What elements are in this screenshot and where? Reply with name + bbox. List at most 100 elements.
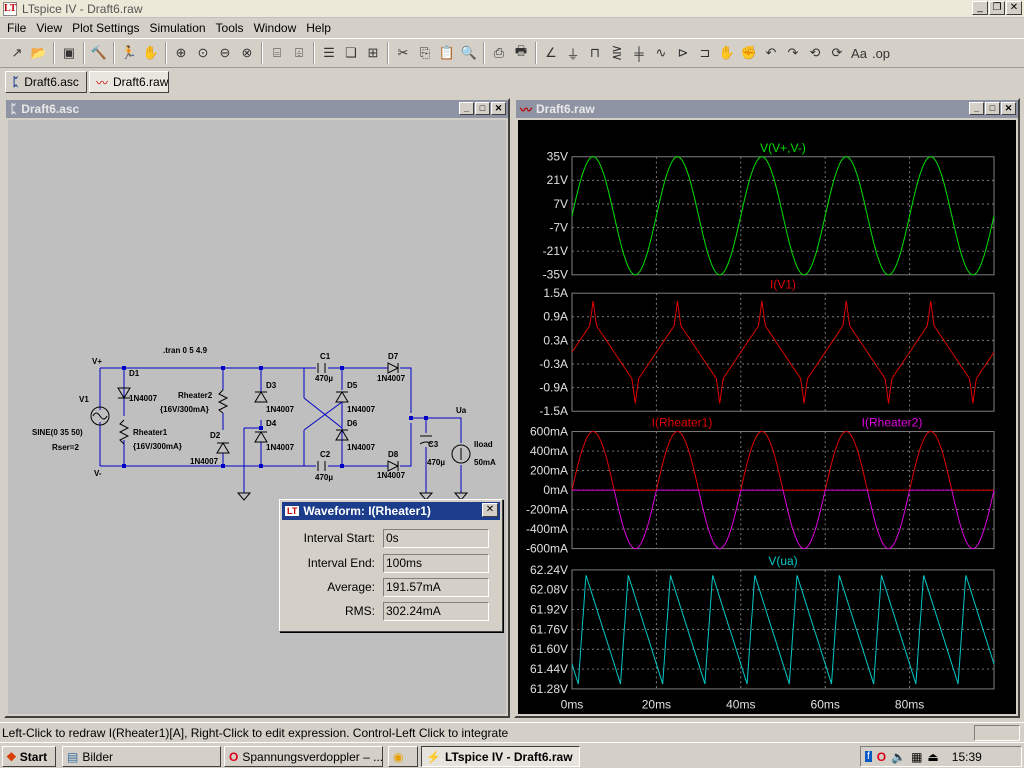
paste-icon[interactable]: 📋 — [436, 42, 458, 64]
tab-draft6-asc[interactable]: ᛈ Draft6.asc — [5, 71, 87, 93]
menu-bar: File View Plot Settings Simulation Tools… — [0, 18, 1024, 38]
plot-minimize-button[interactable]: _ — [969, 102, 984, 115]
tile-vertical-icon[interactable]: ⊞ — [362, 42, 384, 64]
status-panel — [974, 725, 1020, 741]
copy-icon[interactable]: ⎘ — [414, 42, 436, 64]
minimize-button[interactable]: _ — [972, 1, 988, 15]
control-panel-icon[interactable]: 🔨 — [88, 42, 110, 64]
autorange-icon[interactable]: ⌸ — [266, 42, 288, 64]
trace-label[interactable]: I(V1) — [770, 278, 796, 292]
opera-tray-icon[interactable]: O — [877, 750, 886, 764]
find-icon[interactable]: 🔍 — [458, 42, 480, 64]
label-iload: Iload — [474, 440, 493, 449]
label-net-icon[interactable]: ⊓ — [584, 42, 606, 64]
start-button[interactable]: ❖ Start — [2, 746, 56, 767]
mirror-icon[interactable]: ⟳ — [826, 42, 848, 64]
plot-pane-0[interactable]: 35V 21V 7V -7V -21V -35V V(V+,V-) — [543, 141, 995, 282]
label-ua: Ua — [456, 406, 467, 415]
trace-label[interactable]: I(Rheater2) — [862, 416, 923, 430]
menu-file[interactable]: File — [2, 21, 31, 35]
schematic-close-button[interactable]: ✕ — [491, 102, 506, 115]
restore-button[interactable]: ❐ — [989, 1, 1005, 15]
open-icon[interactable]: 📂 — [28, 42, 50, 64]
flash-icon[interactable]: f — [865, 751, 872, 762]
menu-view[interactable]: View — [31, 21, 67, 35]
average-field[interactable]: 191.57mA — [383, 577, 489, 597]
toolbar-separator — [535, 42, 537, 64]
y-tick-label: 0mA — [543, 483, 568, 497]
ground-icon[interactable]: ⏚ — [562, 42, 584, 64]
plot-pane-1[interactable]: 1.5A 0.9A 0.3A -0.3A -0.9A -1.5A I(V1) — [539, 278, 995, 419]
trace-I(Rheater1)[interactable] — [571, 431, 994, 491]
clock[interactable]: 15:39 — [952, 750, 982, 764]
print-icon[interactable]: 🖶 — [510, 42, 532, 64]
diode-icon[interactable]: ⊳ — [672, 42, 694, 64]
dialog-close-button[interactable]: ✕ — [482, 503, 498, 517]
system-tray: f O 🔈 ▦ ⏏ 15:39 — [860, 746, 1022, 767]
move-icon[interactable]: ✋ — [716, 42, 738, 64]
menu-tools[interactable]: Tools — [211, 21, 249, 35]
trace-I(Rheater2)[interactable] — [572, 489, 995, 550]
schematic-maximize-button[interactable]: □ — [475, 102, 490, 115]
taskbar-item-opera[interactable]: O Spannungsverdoppler – ... — [224, 746, 383, 767]
trace-V(V+,V-)[interactable] — [571, 156, 995, 276]
volume-icon[interactable]: 🔈 — [891, 750, 906, 764]
spice-directive-icon[interactable]: .op — [870, 42, 892, 64]
zoom-pan-icon[interactable]: ⊙ — [192, 42, 214, 64]
cascade-icon[interactable]: ❏ — [340, 42, 362, 64]
taskbar-item-label: LTspice IV - Draft6.raw — [444, 749, 573, 764]
label-d7: D7 — [388, 352, 399, 361]
taskbar: ❖ Start ▤ Bilder O Spannungsverdoppler –… — [0, 742, 1024, 768]
menu-simulation[interactable]: Simulation — [145, 21, 211, 35]
text-icon[interactable]: Aa — [848, 42, 870, 64]
capacitor-icon[interactable]: ╪ — [628, 42, 650, 64]
plot-window-title: Draft6.raw — [536, 102, 595, 116]
interval-start-field[interactable]: 0s — [383, 528, 489, 548]
taskbar-item-chrome[interactable]: ◉ — [388, 746, 418, 767]
d4-diode-icon — [254, 431, 268, 443]
waveform-plot[interactable]: 35V 21V 7V -7V -21V -35V V(V+,V-) 1.5A 0.9A 0.3A -… — [518, 120, 1016, 716]
safely-remove-icon[interactable]: ⏏ — [927, 750, 938, 764]
plot-canvas[interactable]: 35V 21V 7V -7V -21V -35V V(V+,V-) 1.5A 0.9A 0.3A -… — [518, 120, 1016, 714]
zoom-fit-icon[interactable]: ⊗ — [236, 42, 258, 64]
label-d6: D6 — [347, 419, 358, 428]
run-icon[interactable]: 🏃 — [118, 42, 140, 64]
tile-horizontal-icon[interactable]: ☰ — [318, 42, 340, 64]
redo-icon[interactable]: ↷ — [782, 42, 804, 64]
drag-icon[interactable]: ✊ — [738, 42, 760, 64]
menu-plot-settings[interactable]: Plot Settings — [67, 21, 144, 35]
halt-icon[interactable]: ✋ — [140, 42, 162, 64]
taskbar-item-ltspice[interactable]: ⚡ LTspice IV - Draft6.raw — [421, 746, 580, 767]
resistor-icon[interactable]: ⋛ — [606, 42, 628, 64]
trace-label[interactable]: V(V+,V-) — [760, 141, 806, 155]
cut-icon[interactable]: ✂ — [392, 42, 414, 64]
plot-close-button[interactable]: ✕ — [1001, 102, 1016, 115]
print-preview-icon[interactable]: ⎙ — [488, 42, 510, 64]
menu-window[interactable]: Window — [249, 21, 302, 35]
save-icon[interactable]: ▣ — [58, 42, 80, 64]
taskbar-item-bilder[interactable]: ▤ Bilder — [62, 746, 221, 767]
interval-end-field[interactable]: 100ms — [383, 553, 489, 573]
draw-wire-icon[interactable]: ∠ — [540, 42, 562, 64]
plot-pane-2[interactable]: 600mA 400mA 200mA 0mA -200mA -400mA -600mA I(Rh… — [526, 416, 995, 556]
plot-maximize-button[interactable]: □ — [985, 102, 1000, 115]
trace-label[interactable]: V(ua) — [768, 554, 797, 568]
schematic-window-title: Draft6.asc — [21, 102, 80, 116]
inductor-icon[interactable]: ∿ — [650, 42, 672, 64]
new-schematic-icon[interactable]: ↗ — [6, 42, 28, 64]
trace-label[interactable]: I(Rheater1) — [652, 416, 713, 430]
close-button[interactable]: ✕ — [1006, 1, 1022, 15]
network-icon[interactable]: ▦ — [911, 750, 922, 764]
component-icon[interactable]: ⊐ — [694, 42, 716, 64]
rms-field[interactable]: 302.24mA — [383, 601, 489, 621]
zoom-out-icon[interactable]: ⊖ — [214, 42, 236, 64]
zoom-in-icon[interactable]: ⊕ — [170, 42, 192, 64]
tab-draft6-raw[interactable]: 〰 Draft6.raw — [89, 71, 169, 93]
menu-help[interactable]: Help — [301, 21, 336, 35]
undo-icon[interactable]: ↶ — [760, 42, 782, 64]
zoom-extent-icon[interactable]: ⌹ — [288, 42, 310, 64]
plot-pane-3[interactable]: 62.24V 62.08V 61.92V 61.76V 61.60V 61.44V 61.2… — [530, 554, 995, 696]
y-tick-label: 61.60V — [530, 642, 568, 656]
rotate-icon[interactable]: ⟲ — [804, 42, 826, 64]
schematic-minimize-button[interactable]: _ — [459, 102, 474, 115]
